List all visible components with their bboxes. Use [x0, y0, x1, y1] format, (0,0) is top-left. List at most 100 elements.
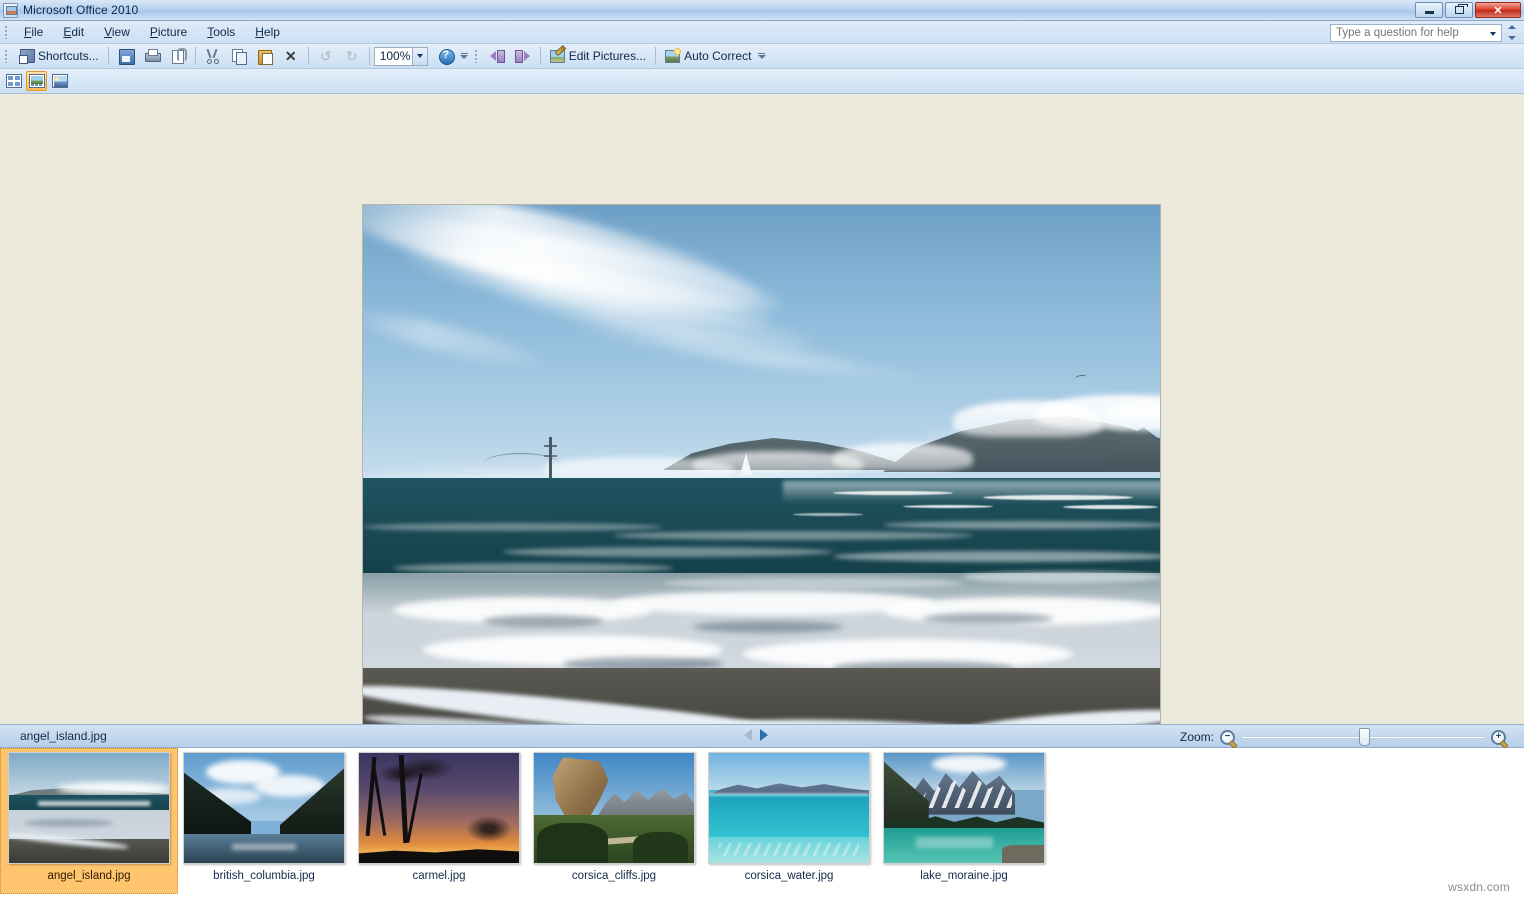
zoom-slider[interactable]: [1241, 728, 1485, 746]
save-icon: [118, 48, 135, 65]
restore-button[interactable]: [1445, 2, 1473, 18]
scissors-icon: [205, 48, 221, 64]
menu-file[interactable]: File: [14, 22, 53, 42]
toolbar-grip-handle[interactable]: [2, 48, 11, 65]
auto-correct-button[interactable]: Auto Correct: [660, 45, 756, 67]
rotate-left-icon: [489, 48, 505, 64]
filmstrip-view-button[interactable]: [26, 71, 47, 91]
thumbnail-view-button[interactable]: [3, 71, 24, 91]
thumbnail-item-angel-island[interactable]: angel_island.jpg: [0, 748, 178, 894]
thumbnail-grid-icon: [5, 74, 22, 88]
rotate-right-icon: [514, 48, 531, 64]
menu-help[interactable]: Help: [245, 22, 290, 42]
rotate-left-button[interactable]: [484, 45, 510, 67]
menu-picture[interactable]: Picture: [140, 22, 197, 42]
thumbnail-image[interactable]: [883, 752, 1045, 864]
shortcuts-button[interactable]: Shortcuts...: [14, 45, 104, 67]
picture-toolbar-grip-handle[interactable]: [472, 48, 481, 65]
edit-pictures-icon: [549, 48, 566, 64]
edit-pictures-label: Edit Pictures...: [568, 49, 647, 63]
thumbnail-image[interactable]: [8, 752, 170, 864]
zoom-out-icon[interactable]: −: [1220, 729, 1235, 745]
print-button[interactable]: [139, 45, 165, 67]
current-file-name: angel_island.jpg: [20, 729, 107, 743]
single-picture-view-button[interactable]: [49, 71, 70, 91]
undo-arrow-icon: ↺: [319, 48, 332, 64]
toolbar-separator: [539, 47, 541, 65]
copy-icon: [231, 48, 247, 65]
menu-tools[interactable]: Tools: [197, 22, 245, 42]
thumbnail-image[interactable]: [183, 752, 345, 864]
thumbnail-item-british-columbia[interactable]: british_columbia.jpg: [179, 752, 349, 882]
preview-canvas[interactable]: [0, 94, 1524, 724]
picture-manager-icon: [3, 2, 18, 18]
copy-button[interactable]: [226, 45, 252, 67]
save-button[interactable]: [113, 45, 139, 67]
zoom-in-icon[interactable]: +: [1491, 729, 1506, 745]
edit-pictures-button[interactable]: Edit Pictures...: [545, 45, 651, 67]
picture-toolbar-overflow-button[interactable]: [756, 46, 767, 66]
toolbar-overflow-button[interactable]: [459, 46, 470, 66]
window-title: Microsoft Office 2010: [23, 3, 139, 17]
paperclip-icon: [170, 48, 187, 64]
thumbnail-label: corsica_cliffs.jpg: [571, 870, 657, 882]
menu-view[interactable]: View: [94, 22, 140, 42]
thumbnail-image[interactable]: [358, 752, 520, 864]
zoom-level-combobox[interactable]: 100%: [373, 46, 428, 66]
minimize-button[interactable]: [1415, 2, 1443, 18]
thumbnail-label: angel_island.jpg: [47, 870, 131, 882]
cut-button[interactable]: [200, 45, 226, 67]
chevron-down-icon[interactable]: [1486, 28, 1499, 40]
thumbnail-strip[interactable]: angel_island.jpg british_columbia.jpg ca…: [0, 748, 1524, 900]
standard-toolbar: Shortcuts... ✕ ↺ ↻ 100% Edit Pictures...: [0, 44, 1524, 69]
help-button[interactable]: [433, 45, 459, 67]
shortcuts-icon: [19, 48, 35, 64]
thumbnail-label: british_columbia.jpg: [213, 870, 315, 882]
menu-bar: File Edit View Picture Tools Help: [0, 21, 1524, 44]
thumbnail-item-lake-moraine[interactable]: lake_moraine.jpg: [879, 752, 1049, 882]
zoom-controls: Zoom: − +: [1180, 725, 1506, 749]
undo-button[interactable]: ↺: [313, 45, 339, 67]
thumbnail-item-carmel[interactable]: carmel.jpg: [354, 752, 524, 882]
close-x-icon: ✕: [284, 48, 297, 64]
status-bar: angel_island.jpg Zoom: − +: [0, 724, 1524, 748]
redo-button[interactable]: ↻: [339, 45, 365, 67]
clipboard-icon: [257, 48, 273, 65]
help-scroll-arrows[interactable]: [1508, 25, 1520, 40]
rotate-right-button[interactable]: [510, 45, 536, 67]
main-photo: [363, 205, 1160, 724]
auto-correct-label: Auto Correct: [684, 49, 752, 63]
paste-button[interactable]: [252, 45, 278, 67]
delete-button[interactable]: ✕: [278, 45, 304, 67]
restore-icon: [1446, 3, 1472, 17]
thumbnail-label: lake_moraine.jpg: [920, 870, 1008, 882]
menu-grip-handle[interactable]: [2, 24, 11, 41]
chevron-down-icon: [1508, 36, 1516, 40]
previous-item-button[interactable]: [744, 729, 752, 741]
single-picture-icon: [51, 74, 68, 88]
menu-edit[interactable]: Edit: [53, 22, 94, 42]
next-item-button[interactable]: [760, 729, 768, 741]
send-email-button[interactable]: [165, 45, 191, 67]
navigation-arrows: [744, 729, 768, 741]
thumbnail-label: carmel.jpg: [412, 870, 466, 882]
toolbar-separator: [368, 47, 370, 65]
toolbar-separator: [655, 47, 657, 65]
chevron-up-icon: [1508, 25, 1516, 29]
watermark: wsxdn.com: [1448, 880, 1510, 894]
chevron-down-icon[interactable]: [411, 47, 427, 65]
shortcuts-label: Shortcuts...: [38, 49, 99, 63]
zoom-slider-thumb[interactable]: [1359, 728, 1370, 746]
thumbnail-image[interactable]: [708, 752, 870, 864]
thumbnail-item-corsica-water[interactable]: corsica_water.jpg: [704, 752, 874, 882]
toolbar-separator: [194, 47, 196, 65]
main-photo-frame[interactable]: [362, 204, 1161, 724]
thumbnail-image[interactable]: [533, 752, 695, 864]
view-mode-toolbar: [0, 69, 1524, 94]
close-button[interactable]: ✕: [1475, 2, 1521, 18]
toolbar-separator: [307, 47, 309, 65]
thumbnail-item-corsica-cliffs[interactable]: corsica_cliffs.jpg: [529, 752, 699, 882]
help-search-box[interactable]: [1330, 24, 1502, 42]
help-search-input[interactable]: [1336, 27, 1486, 39]
title-bar: Microsoft Office 2010 ✕: [0, 0, 1524, 21]
